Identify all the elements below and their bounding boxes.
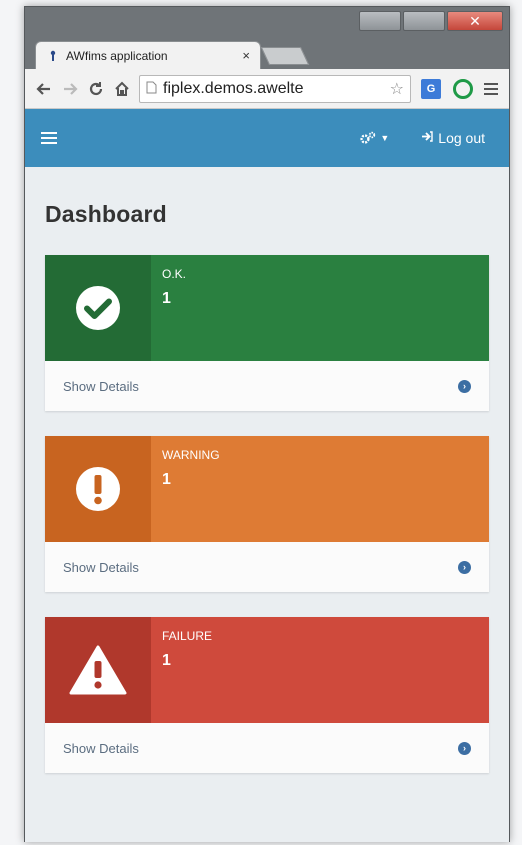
show-details-link[interactable]: Show Details ›: [45, 723, 489, 773]
maximize-button[interactable]: [403, 11, 445, 31]
status-count: 1: [162, 290, 171, 307]
browser-window: AWfims application × ✕ fiplex.demos.awel…: [24, 6, 510, 842]
window-controls: ✕: [357, 11, 503, 33]
window-close-button[interactable]: ✕: [447, 11, 503, 31]
show-details-link[interactable]: Show Details ›: [45, 361, 489, 411]
page-icon: [146, 81, 157, 97]
exclamation-circle-icon: [45, 436, 151, 542]
arrow-circle-right-icon: ›: [458, 741, 471, 755]
back-button[interactable]: [31, 76, 57, 102]
main-content: Dashboard O.K. 1 Show Details › WARNING …: [25, 167, 509, 773]
status-card-failure: FAILURE 1 Show Details ›: [45, 617, 489, 773]
info-text: O.K. 1: [151, 255, 489, 361]
show-details-label: Show Details: [63, 740, 139, 756]
check-circle-icon: [45, 255, 151, 361]
settings-dropdown[interactable]: ▼: [360, 131, 389, 145]
warning-triangle-icon: [45, 617, 151, 723]
forward-button[interactable]: [57, 76, 83, 102]
arrow-circle-right-icon: ›: [458, 379, 471, 393]
status-label: WARNING: [162, 448, 220, 462]
app-navbar: ▼ Log out: [25, 109, 509, 167]
browser-tab[interactable]: AWfims application ×: [35, 41, 261, 69]
info-text: FAILURE 1: [151, 617, 489, 723]
status-card-warning: WARNING 1 Show Details ›: [45, 436, 489, 592]
info-box: O.K. 1: [45, 255, 489, 361]
info-box: FAILURE 1: [45, 617, 489, 723]
reload-button[interactable]: [83, 76, 109, 102]
arrow-left-icon: [36, 82, 50, 95]
favicon-icon: [46, 49, 60, 63]
status-label: FAILURE: [162, 629, 213, 643]
page-viewport: ▼ Log out Dashboard O.K. 1 Show Details …: [25, 109, 509, 842]
tab-title: AWfims application: [66, 48, 168, 63]
minimize-button[interactable]: [359, 11, 401, 31]
show-details-link[interactable]: Show Details ›: [45, 542, 489, 592]
status-count: 1: [162, 652, 171, 669]
address-bar[interactable]: fiplex.demos.awelte ☆: [139, 74, 411, 103]
logout-link[interactable]: Log out: [421, 130, 485, 146]
translate-extension-icon[interactable]: G: [421, 78, 441, 99]
show-details-label: Show Details: [63, 378, 139, 394]
status-card-ok: O.K. 1 Show Details ›: [45, 255, 489, 411]
new-tab-button[interactable]: [260, 47, 310, 65]
logout-label: Log out: [438, 130, 485, 146]
sign-out-icon: [421, 131, 433, 145]
home-button[interactable]: [109, 76, 135, 102]
cogs-icon: [360, 131, 376, 144]
sidebar-toggle-icon[interactable]: [41, 132, 57, 144]
show-details-label: Show Details: [63, 559, 139, 575]
reload-icon: [89, 81, 103, 95]
bookmark-star-icon[interactable]: ☆: [390, 79, 404, 99]
status-label: O.K.: [162, 267, 187, 281]
status-count: 1: [162, 471, 171, 488]
arrow-circle-right-icon: ›: [458, 560, 471, 574]
home-icon: [115, 81, 129, 96]
caret-down-icon: ▼: [380, 133, 390, 143]
arrow-right-icon: [64, 82, 78, 95]
info-box: WARNING 1: [45, 436, 489, 542]
browser-menu-icon[interactable]: [479, 77, 503, 101]
tab-close-icon[interactable]: ×: [242, 48, 250, 63]
extension-icon[interactable]: [453, 78, 473, 99]
tab-strip: AWfims application × ✕: [25, 7, 509, 69]
browser-toolbar: fiplex.demos.awelte ☆ G: [25, 69, 509, 109]
url-text: fiplex.demos.awelte: [163, 79, 304, 97]
info-text: WARNING 1: [151, 436, 489, 542]
page-title: Dashboard: [45, 201, 167, 227]
